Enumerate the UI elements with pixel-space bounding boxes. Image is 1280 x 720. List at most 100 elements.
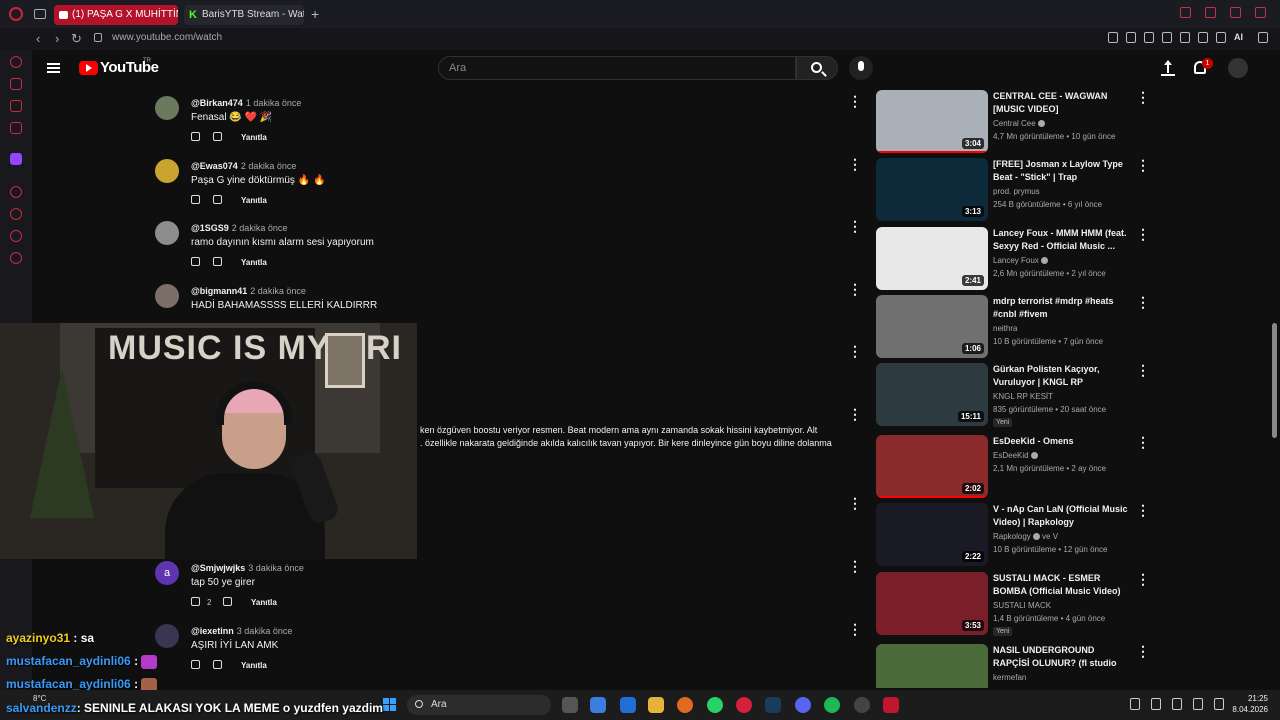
video-menu-icon[interactable] — [1136, 227, 1150, 243]
like-icon[interactable] — [191, 195, 200, 204]
comment-menu-icon[interactable] — [848, 496, 862, 512]
video-title[interactable]: mdrp terrorist #mdrp #heats #cnbl #fivem — [993, 295, 1131, 321]
recommendation-item[interactable]: 15:11 Gürkan Polisten Kaçıyor, Vuruluyor… — [876, 363, 1150, 427]
taskbar-search[interactable]: Ara — [407, 695, 551, 715]
comment-menu-icon[interactable] — [848, 219, 862, 235]
snapshot-icon[interactable] — [1126, 32, 1136, 43]
reply-button[interactable]: Yanıtla — [241, 258, 267, 267]
search-button[interactable] — [796, 56, 838, 80]
comment-author[interactable]: @1SGS9 2 dakika önce — [191, 223, 287, 233]
video-menu-icon[interactable] — [1136, 363, 1150, 379]
recommendation-item[interactable]: NASIL UNDERGROUND RAPÇİSİ OLUNUR? (fl st… — [876, 644, 1146, 688]
video-thumbnail[interactable]: 3:04 — [876, 90, 988, 153]
channel-name[interactable]: SUSTALI MACK — [993, 601, 1051, 610]
youtube-logo-icon[interactable] — [79, 61, 98, 75]
video-menu-icon[interactable] — [1136, 572, 1150, 588]
create-upload-icon[interactable] — [1161, 60, 1175, 76]
video-title[interactable]: Gürkan Polisten Kaçıyor, Vuruluyor | KNG… — [993, 363, 1131, 389]
wifi-icon[interactable] — [1193, 698, 1203, 710]
page-scrollbar[interactable] — [1272, 323, 1277, 438]
video-thumbnail[interactable]: 2:41 — [876, 227, 988, 290]
history-icon[interactable] — [10, 208, 22, 220]
brave-icon[interactable] — [677, 697, 693, 713]
video-menu-icon[interactable] — [1136, 644, 1146, 660]
recommendation-item[interactable]: 2:22 V - nAp Can LaN (Official Music Vid… — [876, 503, 1150, 567]
recommendation-item[interactable]: 3:53 SUSTALI MACK - ESMER BOMBA (Officia… — [876, 572, 1150, 636]
url-field[interactable]: www.youtube.com/watch — [112, 32, 222, 43]
like-icon[interactable] — [191, 660, 200, 669]
avatar[interactable] — [155, 96, 179, 120]
reply-button[interactable]: Yanıtla — [241, 661, 267, 670]
file-explorer-icon[interactable] — [648, 697, 664, 713]
video-title[interactable]: EsDeeKid - Omens — [993, 435, 1131, 448]
channel-name[interactable]: Central Cee — [993, 119, 1045, 128]
back-icon[interactable]: ‹ — [36, 31, 40, 47]
minimize-icon[interactable] — [1205, 7, 1216, 18]
comment-author[interactable]: @Ewas074 2 dakika önce — [191, 161, 296, 171]
recommendation-item[interactable]: 3:04 CENTRAL CEE - WAGWAN [MUSIC VIDEO] … — [876, 90, 1150, 154]
like-icon[interactable] — [191, 597, 200, 606]
obs-icon[interactable] — [854, 697, 870, 713]
microphone-icon[interactable] — [1172, 698, 1182, 710]
channel-name[interactable]: prod. prymus — [993, 187, 1040, 196]
download-icon[interactable] — [1216, 32, 1226, 43]
channel-name[interactable]: kermefan — [993, 673, 1026, 682]
task-view-icon[interactable] — [562, 697, 578, 713]
tab-kick[interactable]: K BarisYTB Stream - Watch — [184, 5, 304, 25]
avatar[interactable] — [155, 624, 179, 648]
channel-name[interactable]: Lancey Foux — [993, 256, 1048, 265]
extensions-sidebar-icon[interactable] — [10, 78, 22, 90]
comment-author[interactable]: @bigmann41 2 dakika önce — [191, 286, 306, 296]
recommendation-item[interactable]: 2:02 EsDeeKid - Omens EsDeeKid 2,1 Mn gö… — [876, 435, 1150, 499]
aria-icon[interactable] — [10, 56, 22, 68]
close-icon[interactable] — [1255, 7, 1266, 18]
reload-icon[interactable]: ↻ — [71, 31, 82, 47]
account-avatar[interactable] — [1228, 58, 1248, 78]
hamburger-menu-icon[interactable] — [47, 63, 60, 73]
messenger-icon[interactable] — [10, 100, 22, 112]
video-thumbnail[interactable]: 1:06 — [876, 295, 988, 358]
video-thumbnail[interactable]: 2:22 — [876, 503, 988, 566]
avatar[interactable]: a — [155, 561, 179, 585]
video-title[interactable]: V - nAp Can LaN (Official Music Video) |… — [993, 503, 1131, 529]
taskbar-clock[interactable]: 21:25 8.04.2026 — [1228, 693, 1268, 715]
settings-icon[interactable] — [10, 252, 22, 264]
extension-icon[interactable] — [1108, 32, 1118, 43]
player-icon[interactable] — [10, 186, 22, 198]
network-off-icon[interactable] — [1151, 698, 1161, 710]
comment-menu-icon[interactable] — [848, 622, 862, 638]
search-tabs-icon[interactable] — [1180, 7, 1191, 18]
video-thumbnail[interactable] — [876, 644, 988, 688]
menu-icon[interactable] — [1258, 32, 1268, 43]
spotify-icon[interactable] — [824, 697, 840, 713]
video-title[interactable]: [FREE] Josman x Laylow Type Beat - "Stic… — [993, 158, 1131, 184]
comment-menu-icon[interactable] — [848, 157, 862, 173]
video-title[interactable]: SUSTALI MACK - ESMER BOMBA (Official Mus… — [993, 572, 1131, 598]
dislike-icon[interactable] — [213, 195, 222, 204]
bookmarks-icon[interactable] — [10, 230, 22, 242]
channel-name[interactable]: neithra — [993, 324, 1017, 333]
opera-taskbar-icon[interactable] — [736, 697, 752, 713]
copilot-icon[interactable] — [590, 697, 606, 713]
comment-menu-icon[interactable] — [848, 407, 862, 423]
ai-button[interactable]: AI — [1234, 32, 1250, 43]
video-menu-icon[interactable] — [1136, 158, 1150, 174]
video-thumbnail[interactable]: 3:53 — [876, 572, 988, 635]
store-icon[interactable] — [620, 697, 636, 713]
video-title[interactable]: Lancey Foux - MMM HMM (feat. Sexyy Red -… — [993, 227, 1131, 253]
maximize-icon[interactable] — [1230, 7, 1241, 18]
dislike-icon[interactable] — [213, 132, 222, 141]
search-input[interactable]: Ara — [438, 56, 796, 80]
video-title[interactable]: CENTRAL CEE - WAGWAN [MUSIC VIDEO] — [993, 90, 1131, 116]
video-menu-icon[interactable] — [1136, 503, 1150, 519]
avatar[interactable] — [155, 284, 179, 308]
channel-name[interactable]: KNGL RP KESİT — [993, 392, 1053, 401]
avatar[interactable] — [155, 159, 179, 183]
channel-name[interactable]: EsDeeKid — [993, 451, 1038, 460]
video-menu-icon[interactable] — [1136, 435, 1150, 451]
comment-author[interactable]: @iexetinn 3 dakika önce — [191, 626, 292, 636]
comment-author[interactable]: @Smjwjwjks 3 dakika önce — [191, 563, 304, 573]
recommendation-item[interactable]: 2:41 Lancey Foux - MMM HMM (feat. Sexyy … — [876, 227, 1150, 291]
wallet-icon[interactable] — [1198, 32, 1208, 43]
discord-icon[interactable] — [795, 697, 811, 713]
